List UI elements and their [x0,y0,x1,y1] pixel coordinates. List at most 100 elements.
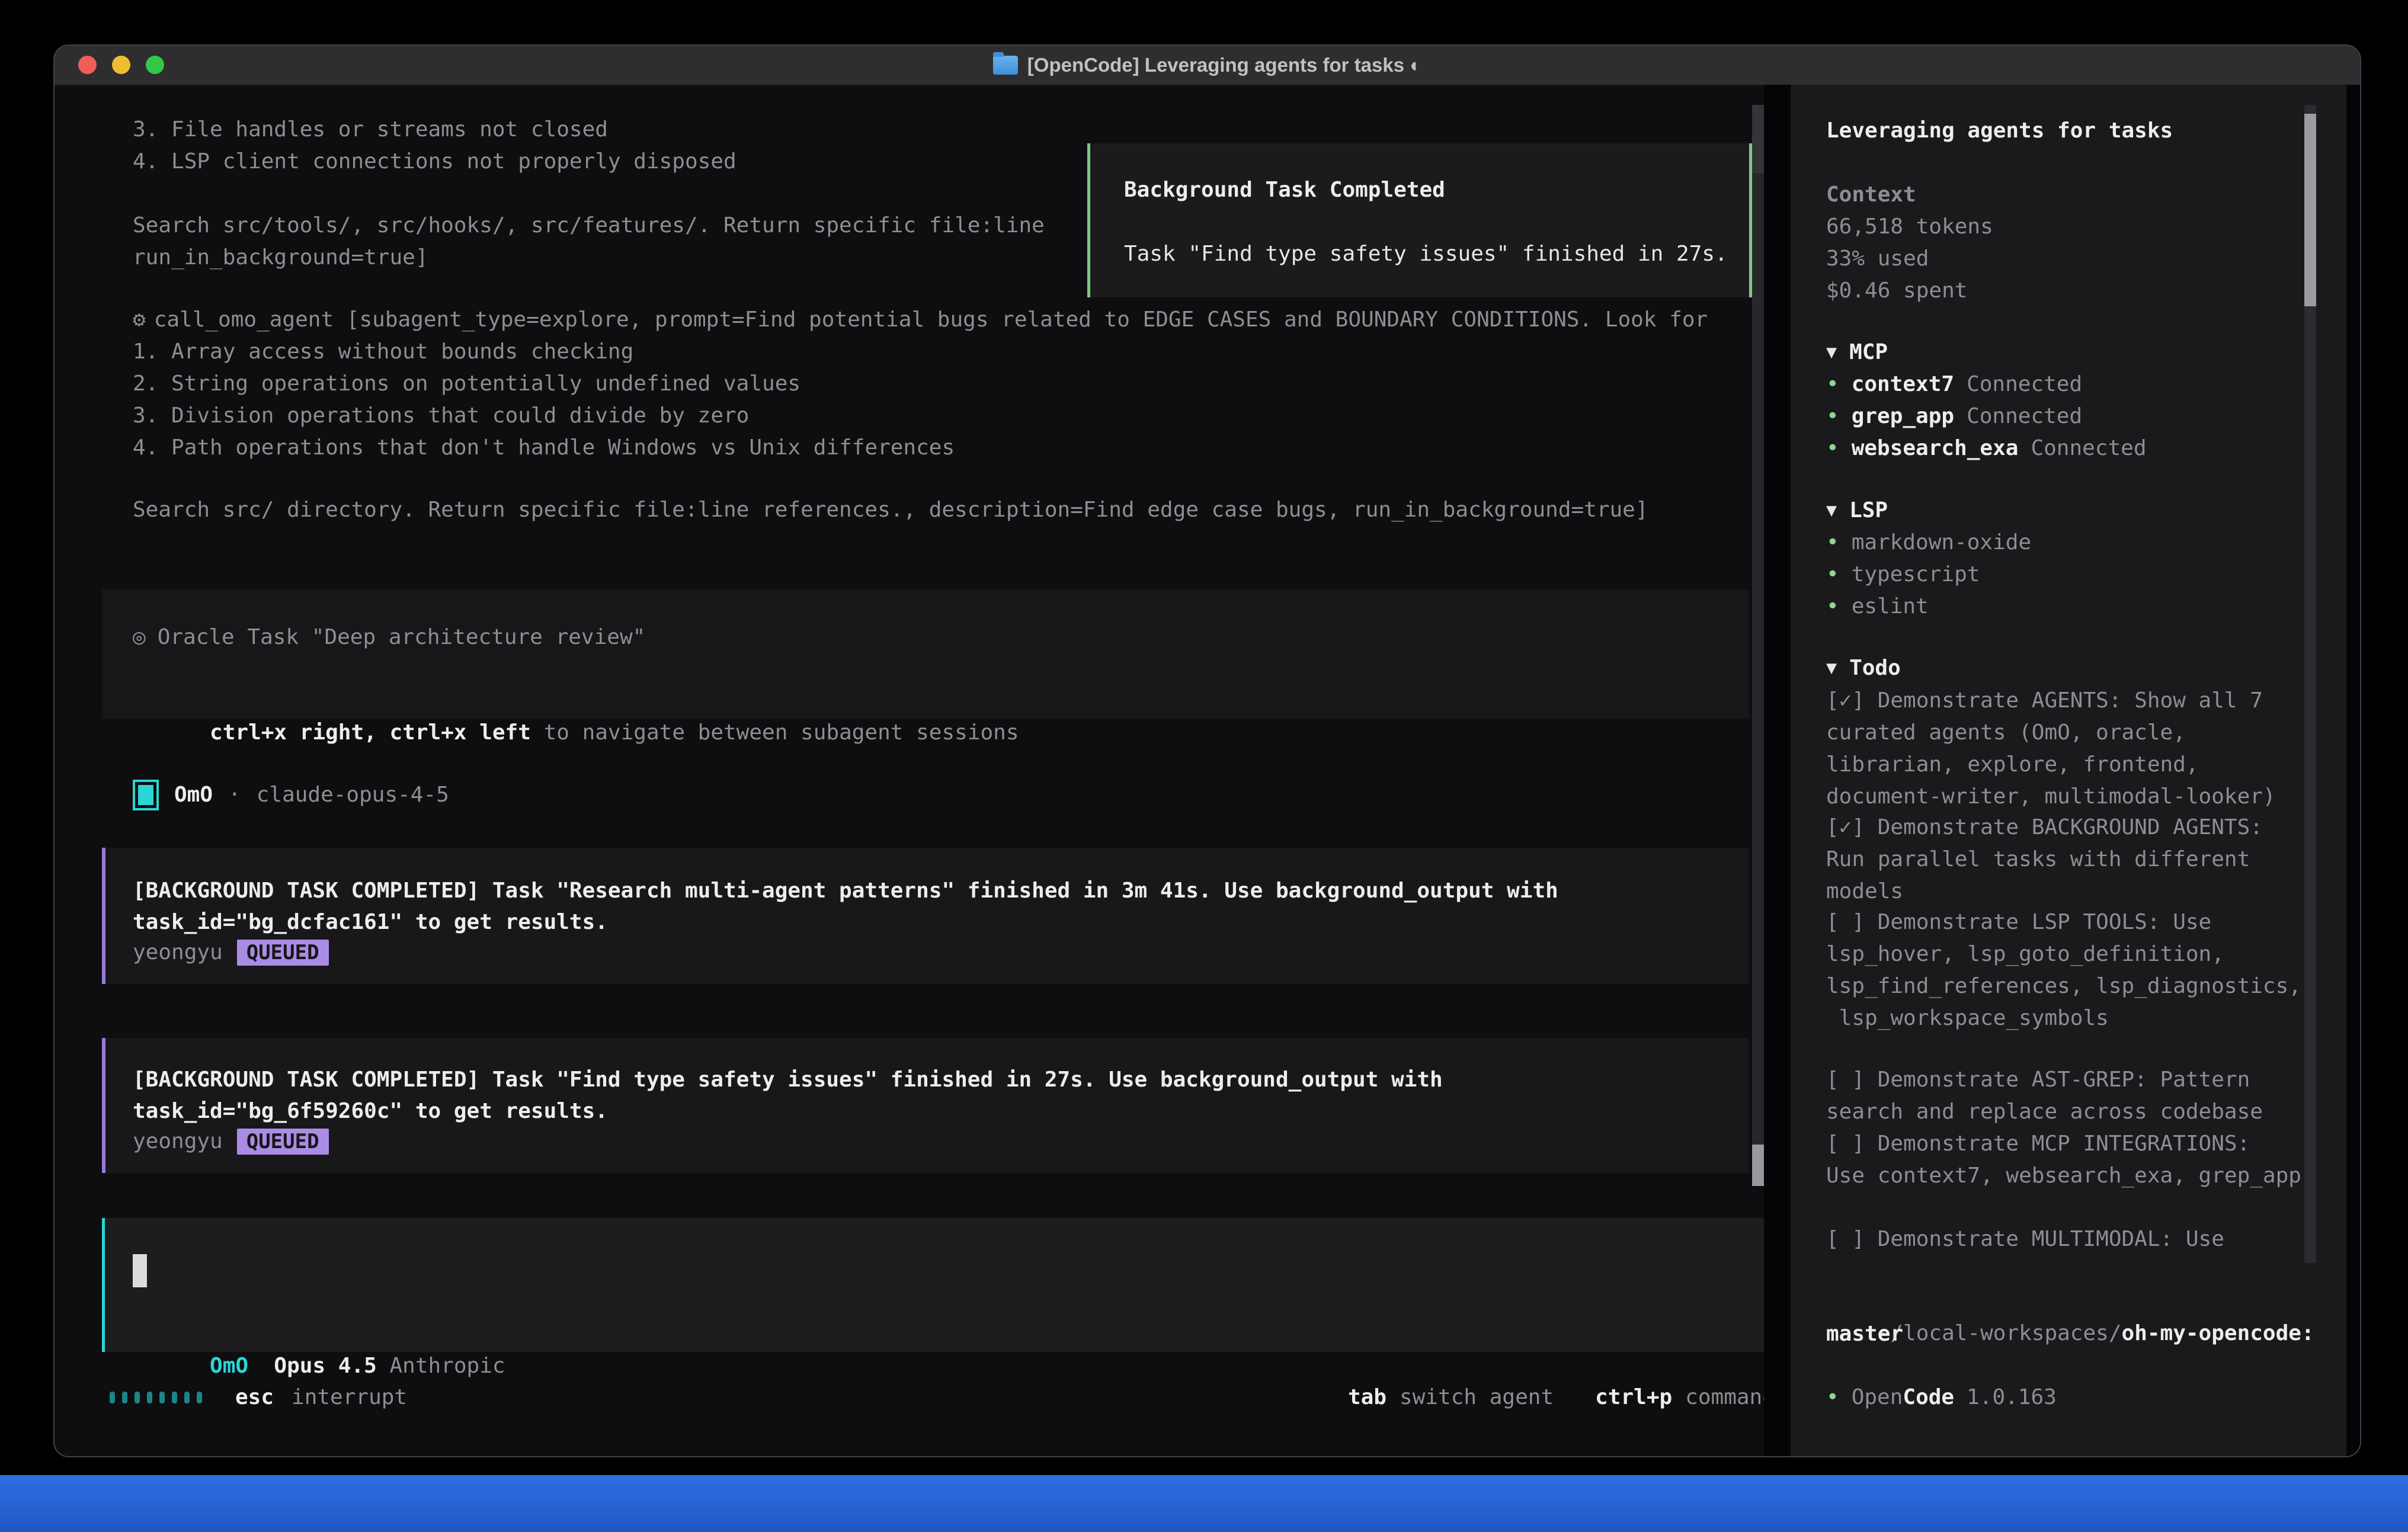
prompt-input[interactable]: OmO Opus 4.5 Anthropic [102,1218,1776,1352]
todo-line: lsp_workspace_symbols [1826,1002,2301,1034]
close-window-button[interactable] [78,56,97,74]
mcp-section: ▼ MCP • context7 Connected • grep_app Co… [1826,336,2147,464]
context-used: 33% used [1826,243,1993,275]
agent-name: OmO [174,779,213,811]
todo-line: lsp_find_references, lsp_diagnostics, [1826,970,2301,1002]
scrollback-issues-list: 3. File handles or streams not closed 4.… [133,114,737,178]
mcp-heading: MCP [1849,336,1888,368]
sidebar-right-edge [2346,85,2361,1456]
ctrlp-key-hint: ctrl+p [1595,1382,1672,1414]
agent-icon [133,780,159,810]
notification-title: Background Task Completed [1124,174,1445,206]
status-badge: QUEUED [237,1129,329,1155]
tool-call-item: 1. Array access without bounds checking [133,336,1708,368]
tab-key-label: switch agent [1400,1382,1554,1414]
session-title: Leveraging agents for tasks [1826,115,2173,147]
pane-divider [1764,85,1791,1456]
sidebar-scrollbar-thumb[interactable] [2304,114,2316,306]
lsp-item-name: eslint [1852,591,1929,623]
input-agent-label: OmO [210,1354,248,1378]
app-name-bold: Code [1903,1385,1954,1409]
mcp-item-status: Connected [1967,368,2082,400]
tool-call-line: call_omo_agent [subagent_type=explore, p… [154,304,1708,336]
scrollback-line: run_in_background=true] [133,242,1045,274]
app-version: 1.0.163 [1967,1382,2057,1414]
status-bar-right: tab switch agent ctrl+p commands [1348,1382,1788,1414]
gear-icon: ⚙ [133,304,146,336]
context-tokens: 66,518 tokens [1826,211,1993,243]
status-bullet-icon: • [1826,432,1839,464]
tool-call-item: 3. Division operations that could divide… [133,400,1708,432]
lsp-item: • markdown-oxide [1826,527,2031,559]
todo-item-pending: [ ] Demonstrate AST-GREP: Pattern search… [1826,1064,2263,1128]
mcp-item: • websearch_exa Connected [1826,432,2147,464]
todo-line: [✓] Demonstrate BACKGROUND AGENTS: [1826,812,2263,844]
scrollback-line: 3. File handles or streams not closed [133,114,737,146]
chevron-down-icon: ▼ [1826,495,1837,527]
esc-key-label: interrupt [292,1382,407,1414]
todo-section-header[interactable]: ▼ Todo [1826,652,1901,684]
agent-model: claude-opus-4-5 [257,779,449,811]
message-author: yeongyu [133,1126,223,1158]
oracle-task-title: Oracle Task "Deep architecture review" [158,621,646,653]
mcp-section-header[interactable]: ▼ MCP [1826,336,2147,368]
spinner-icon [110,1392,202,1403]
todo-line: [✓] Demonstrate AGENTS: Show all 7 [1826,685,2276,717]
chat-scrollbar-thumb[interactable] [1752,1145,1764,1186]
todo-line: Run parallel tasks with different [1826,844,2263,876]
lsp-item-name: markdown-oxide [1852,527,2031,559]
background-task-message: [BACKGROUND TASK COMPLETED] Task "Resear… [102,848,1749,984]
mcp-item-name: context7 [1852,368,1954,400]
mcp-item: • grep_app Connected [1826,400,2147,432]
scrollback-line: Search src/tools/, src/hooks/, src/featu… [133,210,1045,242]
minimize-window-button[interactable] [112,56,130,74]
todo-item-active: [ ] Demonstrate LSP TOOLS: Use lsp_hover… [1826,906,2301,1034]
lsp-item: • eslint [1826,591,2031,623]
opencode-version: • OpenCode 1.0.163 [1826,1382,2057,1414]
chevron-down-icon: ▼ [1826,652,1837,684]
background-task-notification[interactable]: Background Task Completed Task "Find typ… [1087,143,1752,297]
message-line: [BACKGROUND TASK COMPLETED] Task "Find t… [133,1064,1443,1096]
status-bullet-icon: • [1826,1382,1839,1414]
tool-call-item: 4. Path operations that don't handle Win… [133,432,1708,464]
folder-icon [993,56,1018,75]
todo-line: lsp_hover, lsp_goto_definition, [1826,938,2301,970]
git-branch: master [1826,1318,1903,1350]
scrollback-line: 4. LSP client connections not properly d… [133,146,737,178]
scrollback-search-prompt: Search src/tools/, src/hooks/, src/featu… [133,210,1045,274]
separator-dot: · [228,779,241,811]
todo-line: [ ] Demonstrate AST-GREP: Pattern [1826,1064,2263,1096]
oracle-shortcut-keys: ctrl+x right, ctrl+x left [210,720,531,745]
terminal-window: [OpenCode] Leveraging agents for tasks ◐… [53,44,2361,1457]
lsp-item-name: typescript [1852,559,1980,591]
context-heading: Context [1826,179,1993,211]
chat-scrollbar-track[interactable] [1752,105,1764,1186]
tool-call-tail: Search src/ directory. Return specific f… [133,494,1648,526]
status-bullet-icon: • [1826,527,1839,559]
desktop-bottom-strip [0,1475,2408,1532]
todo-line: models [1826,876,2263,908]
mcp-item: • context7 Connected [1826,368,2147,400]
todo-line: [ ] Demonstrate MCP INTEGRATIONS: [1826,1128,2301,1160]
todo-line: librarian, explore, frontend, [1826,749,2276,781]
zoom-window-button[interactable] [146,56,164,74]
todo-line: curated agents (OmO, oracle, [1826,717,2276,749]
lsp-section-header[interactable]: ▼ LSP [1826,495,2031,527]
status-bullet-icon: • [1826,559,1839,591]
lsp-item: • typescript [1826,559,2031,591]
todo-item-pending: [ ] Demonstrate MCP INTEGRATIONS: Use co… [1826,1128,2301,1192]
todo-line: document-writer, multimodal-looker) [1826,781,2276,813]
mcp-item-name: grep_app [1852,400,1954,432]
notification-body: Task "Find type safety issues" finished … [1124,238,1728,270]
background-task-message: [BACKGROUND TASK COMPLETED] Task "Find t… [102,1038,1749,1173]
message-line: [BACKGROUND TASK COMPLETED] Task "Resear… [133,875,1558,907]
status-bullet-icon: • [1826,400,1839,432]
todo-item-done: [✓] Demonstrate BACKGROUND AGENTS: Run p… [1826,812,2263,908]
todo-line: [ ] Demonstrate LSP TOOLS: Use [1826,906,2301,938]
oracle-shortcut-hint: to navigate between subagent sessions [531,720,1019,745]
mcp-item-name: websearch_exa [1852,432,2019,464]
tool-call-block: ⚙ call_omo_agent [subagent_type=explore,… [133,304,1708,464]
lsp-section: ▼ LSP • markdown-oxide • typescript • es… [1826,495,2031,623]
context-spent: $0.46 spent [1826,275,1993,307]
status-bullet-icon: • [1826,591,1839,623]
